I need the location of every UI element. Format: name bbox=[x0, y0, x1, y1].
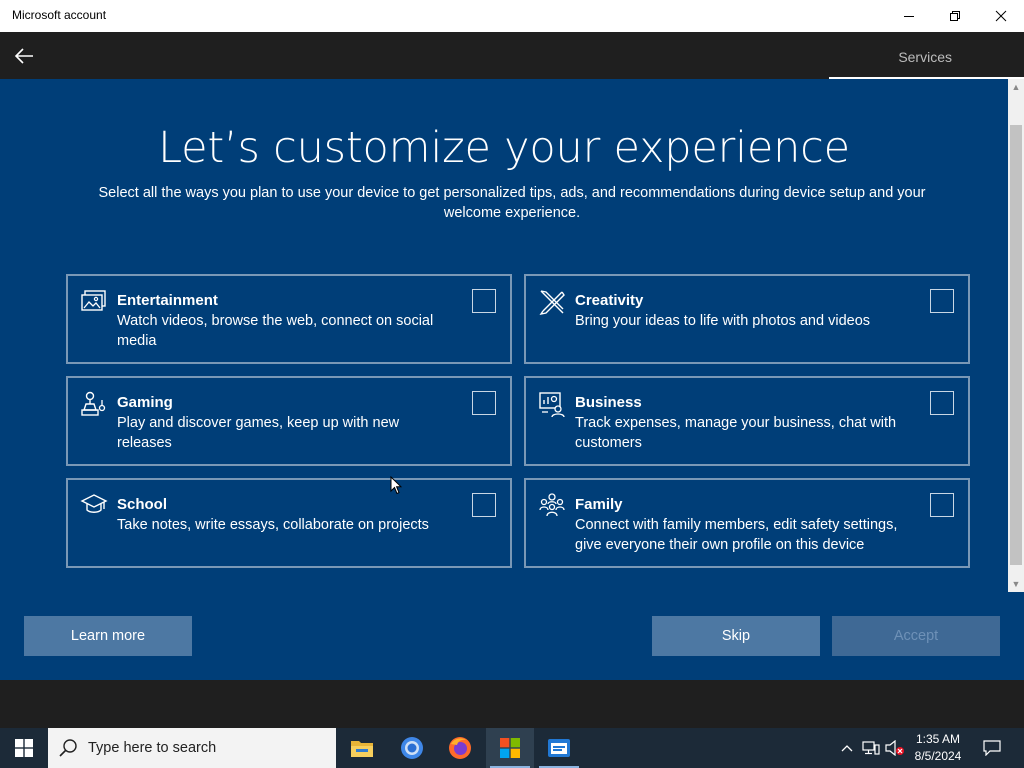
close-icon bbox=[995, 10, 1007, 22]
card-description: Watch videos, browse the web, connect on… bbox=[117, 313, 434, 349]
business-icon bbox=[539, 392, 565, 418]
notification-icon bbox=[983, 740, 1001, 756]
option-card-family[interactable]: Family Connect with family members, edit… bbox=[524, 478, 970, 568]
firefox-icon bbox=[449, 737, 471, 759]
learn-more-button[interactable]: Learn more bbox=[24, 616, 192, 656]
card-description: Track expenses, manage your business, ch… bbox=[575, 415, 897, 451]
volume-button[interactable] bbox=[884, 728, 906, 768]
business-checkbox[interactable] bbox=[930, 391, 954, 415]
network-icon bbox=[862, 741, 880, 755]
clock-date: 8/5/2024 bbox=[914, 749, 962, 763]
search-placeholder: Type here to search bbox=[88, 740, 217, 756]
entertainment-checkbox[interactable] bbox=[472, 289, 496, 313]
option-card-entertainment[interactable]: Entertainment Watch videos, browse the w… bbox=[66, 274, 512, 364]
card-description: Connect with family members, edit safety… bbox=[575, 517, 898, 553]
chevron-up-icon bbox=[841, 745, 853, 752]
back-arrow-icon bbox=[14, 48, 33, 64]
scrollbar-thumb[interactable] bbox=[1010, 125, 1022, 565]
card-description: Take notes, write essays, collaborate on… bbox=[117, 517, 429, 533]
card-title: Entertainment bbox=[117, 292, 218, 309]
option-card-creativity[interactable]: Creativity Bring your ideas to life with… bbox=[524, 274, 970, 364]
breadcrumb-services: Services bbox=[898, 49, 952, 65]
page-title: Let’s customize your experience bbox=[158, 123, 850, 173]
card-title: School bbox=[117, 496, 168, 513]
skip-button[interactable]: Skip bbox=[652, 616, 820, 656]
action-center-button[interactable] bbox=[978, 728, 1006, 768]
taskbar-search-box[interactable]: Type here to search bbox=[48, 728, 336, 768]
back-button[interactable] bbox=[6, 40, 42, 72]
scroll-up-icon[interactable]: ▲ bbox=[1008, 79, 1024, 95]
vertical-scrollbar[interactable]: ▲ ▼ bbox=[1008, 79, 1024, 592]
file-explorer-icon bbox=[351, 741, 373, 757]
main-panel: Let’s customize your experience Select a… bbox=[0, 79, 1008, 680]
restore-button[interactable] bbox=[932, 0, 978, 32]
taskbar-clock[interactable]: 1:35 AM 8/5/2024 bbox=[908, 731, 968, 765]
card-title: Creativity bbox=[575, 292, 644, 309]
creativity-icon bbox=[539, 290, 565, 316]
file-explorer-button[interactable] bbox=[338, 728, 386, 768]
card-description: Bring your ideas to life with photos and… bbox=[575, 313, 871, 329]
firefox-button[interactable] bbox=[436, 728, 484, 768]
family-icon bbox=[539, 493, 565, 517]
terminal-icon bbox=[548, 739, 570, 757]
card-title: Business bbox=[575, 394, 642, 411]
show-hidden-icons-button[interactable] bbox=[836, 728, 858, 768]
window-title: Microsoft account bbox=[12, 8, 107, 22]
network-button[interactable] bbox=[860, 728, 882, 768]
card-title: Gaming bbox=[117, 394, 173, 411]
scroll-down-icon[interactable]: ▼ bbox=[1008, 576, 1024, 592]
card-description: Play and discover games, keep up with ne… bbox=[117, 415, 400, 451]
volume-muted-icon bbox=[885, 740, 904, 756]
chrome-icon bbox=[401, 737, 423, 759]
close-button[interactable] bbox=[978, 0, 1024, 32]
windows-logo-icon bbox=[15, 739, 33, 757]
gaming-icon bbox=[81, 391, 106, 416]
option-card-school[interactable]: School Take notes, write essays, collabo… bbox=[66, 478, 512, 568]
chrome-button[interactable] bbox=[388, 728, 436, 768]
entertainment-icon bbox=[81, 290, 106, 311]
option-card-business[interactable]: Business Track expenses, manage your bus… bbox=[524, 376, 970, 466]
school-checkbox[interactable] bbox=[472, 493, 496, 517]
microsoft-store-button[interactable] bbox=[486, 728, 534, 768]
page-subtitle: Select all the ways you plan to use your… bbox=[98, 185, 926, 221]
school-icon bbox=[80, 494, 108, 513]
title-bar: Microsoft account bbox=[0, 0, 1024, 32]
creativity-checkbox[interactable] bbox=[930, 289, 954, 313]
family-checkbox[interactable] bbox=[930, 493, 954, 517]
search-icon bbox=[59, 739, 77, 757]
taskbar: Type here to search 1:35 AM 8/5/2024 bbox=[0, 728, 1024, 768]
restore-icon bbox=[950, 11, 960, 21]
minimize-icon bbox=[904, 16, 914, 17]
microsoft-store-icon bbox=[500, 738, 520, 758]
accept-button[interactable]: Accept bbox=[832, 616, 1000, 656]
scrollbar-gutter bbox=[1008, 592, 1024, 680]
terminal-button[interactable] bbox=[535, 728, 583, 768]
clock-time: 1:35 AM bbox=[915, 732, 961, 746]
app-header: Services bbox=[0, 32, 1024, 79]
mouse-cursor-icon bbox=[390, 476, 402, 495]
card-title: Family bbox=[575, 496, 623, 513]
footer-strip bbox=[0, 680, 1024, 728]
option-card-gaming[interactable]: Gaming Play and discover games, keep up … bbox=[66, 376, 512, 466]
minimize-button[interactable] bbox=[886, 0, 932, 32]
gaming-checkbox[interactable] bbox=[472, 391, 496, 415]
start-button[interactable] bbox=[0, 728, 48, 768]
